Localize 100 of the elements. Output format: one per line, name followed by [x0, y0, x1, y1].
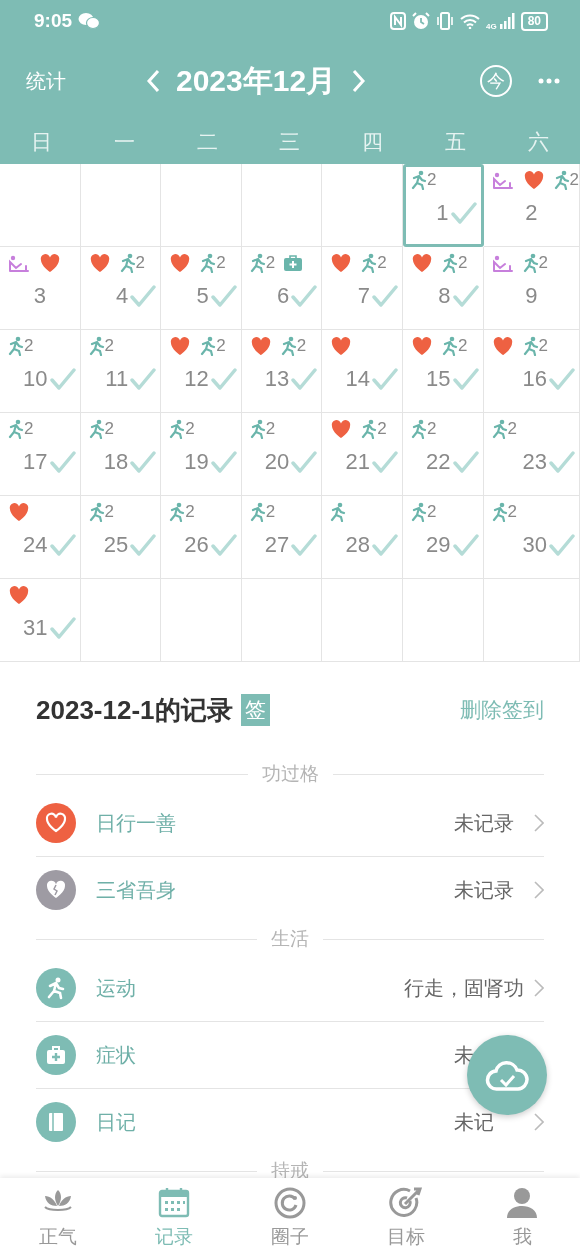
record-item-label[interactable]: 三省吾身	[96, 876, 176, 904]
check-icon	[210, 368, 237, 390]
chevron-right-icon[interactable]	[534, 1113, 544, 1131]
calendar-day[interactable]: 2 15	[402, 330, 484, 413]
tab-bar-item[interactable]: 记录	[116, 1178, 232, 1257]
calendar-day[interactable]: 2 1	[402, 164, 484, 247]
calendar-day[interactable]: 2 22	[402, 413, 484, 496]
tab-bar-item[interactable]: 正气	[0, 1178, 116, 1257]
count-label: 2	[265, 502, 276, 522]
tab-bar-item[interactable]: 目标	[348, 1178, 464, 1257]
day-number: 16	[522, 366, 547, 392]
calendar-day[interactable]: 2 18	[80, 413, 162, 496]
record-item-label[interactable]: 日行一善	[96, 809, 176, 837]
day-number: 23	[522, 449, 547, 475]
count-label: 2	[104, 419, 115, 439]
day-number: 30	[522, 532, 547, 558]
heart-icon	[491, 336, 514, 356]
running-person-icon	[88, 419, 105, 439]
calendar-day[interactable]: 2 16	[483, 330, 580, 413]
day-number: 13	[264, 366, 290, 392]
heart-icon	[522, 170, 545, 190]
calendar-day[interactable]: 2 11	[80, 330, 162, 413]
weekday-label: 日	[29, 129, 53, 155]
day-number: 31	[23, 615, 48, 641]
running-person-icon	[553, 170, 570, 190]
person-icon	[505, 1185, 539, 1220]
next-month-icon[interactable]	[352, 69, 367, 93]
count-label: 2	[377, 253, 387, 273]
calendar-day[interactable]: 2 19	[161, 413, 242, 496]
count-label: 2	[507, 502, 517, 522]
count-label: 2	[426, 170, 437, 190]
record-item-label[interactable]: 运动	[96, 974, 136, 1002]
section-title: 生活	[271, 927, 309, 951]
calendar-day[interactable]: 2 2	[483, 164, 580, 247]
calendar-day[interactable]: 2 27	[241, 496, 323, 579]
stats-button[interactable]: 统计	[26, 67, 146, 95]
count-label: 2	[24, 336, 34, 356]
ring-icon	[273, 1185, 307, 1220]
day-number: 12	[184, 366, 209, 392]
check-icon	[49, 617, 76, 639]
calendar-day[interactable]: 2 26	[161, 496, 242, 579]
day-number: 4	[115, 283, 129, 309]
tab-bar-item[interactable]: 圈子	[232, 1178, 348, 1257]
today-button[interactable]: 今	[480, 65, 512, 97]
calendar-day[interactable]: 2 12	[161, 330, 242, 413]
running-person-icon	[410, 419, 427, 439]
calendar-day[interactable]: 2 6	[241, 247, 323, 330]
calendar-day[interactable]: 2 23	[483, 413, 580, 496]
count-label: 2	[104, 336, 115, 356]
day-number: 29	[426, 532, 451, 558]
check-icon	[452, 368, 479, 390]
calendar-day[interactable]: 2 8	[402, 247, 484, 330]
check-icon	[450, 202, 477, 224]
record-item-value: 行走，固肾功	[404, 975, 524, 1001]
check-icon	[291, 368, 318, 390]
check-icon	[371, 451, 398, 473]
calendar-day[interactable]: 2 25	[80, 496, 162, 579]
day-number: 20	[264, 449, 290, 475]
calendar-day[interactable]: 14	[322, 330, 403, 413]
tab-bar-item[interactable]: 我	[464, 1178, 580, 1257]
day-number: 28	[345, 532, 370, 558]
calendar-day[interactable]: 2 29	[402, 496, 484, 579]
day-number: 22	[426, 449, 451, 475]
calendar-day[interactable]: 2 4	[80, 247, 162, 330]
calendar-day[interactable]: 2 21	[322, 413, 403, 496]
alarm-icon	[411, 12, 430, 30]
calendar-day[interactable]: 2 17	[0, 413, 81, 496]
check-icon	[549, 451, 575, 473]
calendar-day[interactable]: 2 13	[241, 330, 323, 413]
calendar-day[interactable]: 31	[0, 579, 81, 662]
delete-sign-in-link[interactable]: 删除签到	[460, 696, 544, 724]
heart-icon	[39, 253, 61, 273]
count-label: 2	[185, 502, 195, 522]
chevron-right-icon[interactable]	[534, 814, 544, 832]
book-circle-icon	[36, 1102, 76, 1142]
chevron-right-icon[interactable]	[534, 979, 544, 997]
day-number: 14	[345, 366, 370, 392]
calendar-day[interactable]: 24	[0, 496, 81, 579]
more-icon[interactable]	[538, 78, 560, 84]
previous-month-icon[interactable]	[146, 69, 160, 93]
calendar-day[interactable]: 2 5	[161, 247, 242, 330]
calendar-day[interactable]: 2 7	[322, 247, 403, 330]
calendar-day[interactable]: 28	[322, 496, 403, 579]
check-icon	[291, 451, 318, 473]
chevron-right-icon[interactable]	[534, 881, 544, 899]
day-number: 5	[196, 283, 209, 309]
record-item-label[interactable]: 日记	[96, 1108, 136, 1136]
check-icon	[130, 534, 157, 556]
count-label: 2	[569, 170, 579, 190]
day-number: 8	[438, 283, 451, 309]
count-label: 2	[135, 253, 146, 273]
heart-icon	[8, 502, 30, 522]
count-label: 2	[457, 253, 468, 273]
record-item-label[interactable]: 症状	[96, 1041, 136, 1069]
calendar-day[interactable]: 2 9	[483, 247, 580, 330]
calendar-day[interactable]: 2 30	[483, 496, 580, 579]
calendar-day[interactable]: 2 20	[241, 413, 323, 496]
calendar-day[interactable]: 3	[0, 247, 81, 330]
count-label: 2	[538, 336, 548, 356]
calendar-day[interactable]: 2 10	[0, 330, 81, 413]
